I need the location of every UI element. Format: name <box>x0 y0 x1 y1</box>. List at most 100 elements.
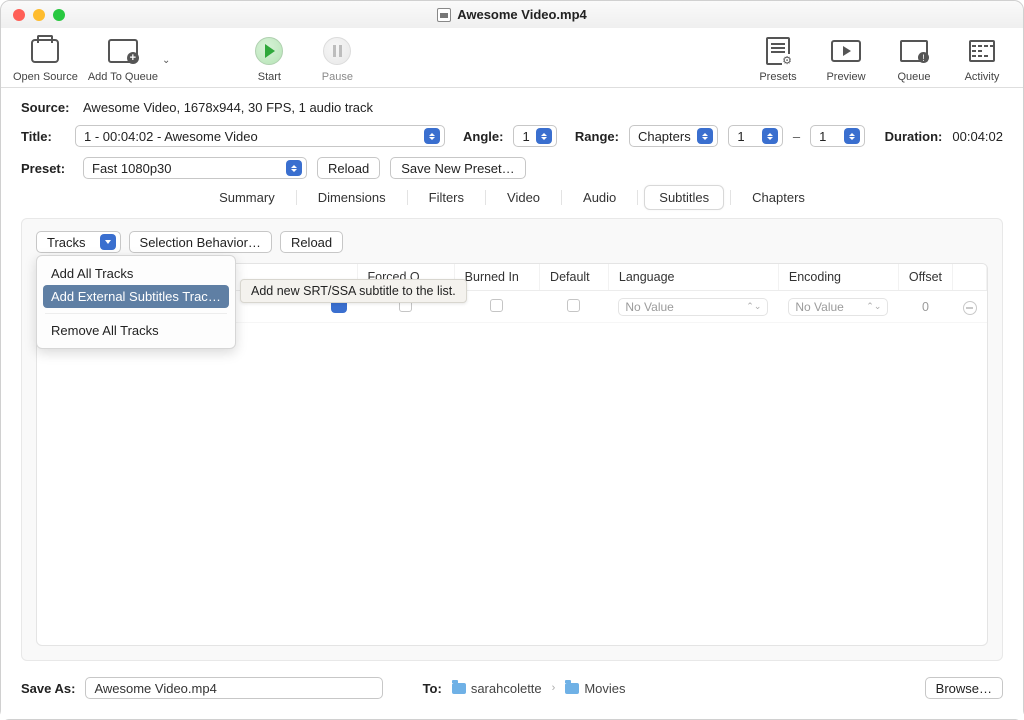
menu-tooltip: Add new SRT/SSA subtitle to the list. <box>240 279 467 303</box>
minimize-window-button[interactable] <box>33 9 45 21</box>
app-window: Awesome Video.mp4 Open Source Add To Que… <box>0 0 1024 720</box>
folder-icon <box>452 683 466 694</box>
add-to-queue-label: Add To Queue <box>88 71 158 83</box>
angle-label: Angle: <box>463 129 503 144</box>
preset-label: Preset: <box>21 161 73 176</box>
play-icon <box>255 37 283 65</box>
queue-label: Queue <box>897 71 930 83</box>
tab-dimensions[interactable]: Dimensions <box>303 185 401 210</box>
pause-label: Pause <box>322 71 353 83</box>
preset-reload-button[interactable]: Reload <box>317 157 380 179</box>
chevron-right-icon: › <box>552 682 556 694</box>
chevron-updown-icon: ⌃⌄ <box>866 301 881 312</box>
queue-button[interactable]: Queue <box>885 35 943 83</box>
tracks-label: Tracks <box>47 235 86 250</box>
range-from-select[interactable]: 1 <box>728 125 782 147</box>
close-window-button[interactable] <box>13 9 25 21</box>
presets-button[interactable]: Presets <box>749 35 807 83</box>
menu-add-external-subtitles[interactable]: Add External Subtitles Track… <box>43 285 229 308</box>
range-dash: – <box>793 129 800 144</box>
chevron-updown-icon <box>286 160 302 176</box>
source-label: Source: <box>21 100 73 115</box>
preset-value: Fast 1080p30 <box>92 161 172 176</box>
offset-value[interactable]: 0 <box>898 291 952 323</box>
preview-icon <box>831 40 861 62</box>
tab-summary[interactable]: Summary <box>204 185 290 210</box>
toolbar: Open Source Add To Queue ⌄ Start Pause P… <box>1 29 1023 88</box>
title-label: Title: <box>21 129 65 144</box>
menu-add-all-tracks[interactable]: Add All Tracks <box>43 262 229 285</box>
title-value: 1 - 00:04:02 - Awesome Video <box>84 129 258 144</box>
duration-label: Duration: <box>885 129 943 144</box>
range-mode-select[interactable]: Chapters <box>629 125 718 147</box>
tab-subtitles[interactable]: Subtitles <box>644 185 724 210</box>
tab-audio[interactable]: Audio <box>568 185 631 210</box>
col-offset: Offset <box>898 264 952 291</box>
tab-video[interactable]: Video <box>492 185 555 210</box>
document-icon <box>437 8 451 22</box>
tracks-dropdown-button[interactable]: Tracks <box>36 231 121 253</box>
range-to-value: 1 <box>819 129 826 144</box>
add-to-queue-dropdown[interactable]: ⌄ <box>162 55 170 66</box>
language-select[interactable]: No Value ⌃⌄ <box>618 298 768 316</box>
add-to-queue-button[interactable]: Add To Queue <box>88 35 158 83</box>
range-to-select[interactable]: 1 <box>810 125 864 147</box>
titlebar: Awesome Video.mp4 <box>1 1 1023 29</box>
preset-select[interactable]: Fast 1080p30 <box>83 157 307 179</box>
col-language: Language <box>608 264 778 291</box>
open-source-label: Open Source <box>13 71 78 83</box>
browse-button[interactable]: Browse… <box>925 677 1003 699</box>
col-encoding: Encoding <box>778 264 898 291</box>
add-queue-icon <box>108 39 138 63</box>
start-button[interactable]: Start <box>240 35 298 83</box>
menu-separator <box>45 313 227 314</box>
path-user[interactable]: sarahcolette <box>452 681 542 696</box>
traffic-lights <box>13 9 65 21</box>
presets-icon <box>766 37 790 65</box>
selection-behavior-button[interactable]: Selection Behavior… <box>129 231 272 253</box>
tracks-menu: Add All Tracks Add External Subtitles Tr… <box>36 255 236 349</box>
chevron-down-icon <box>100 234 116 250</box>
tab-bar: Summary Dimensions Filters Video Audio S… <box>1 185 1023 218</box>
window-title-text: Awesome Video.mp4 <box>457 7 587 22</box>
save-new-preset-button[interactable]: Save New Preset… <box>390 157 525 179</box>
tab-filters[interactable]: Filters <box>414 185 479 210</box>
subtitles-reload-button[interactable]: Reload <box>280 231 343 253</box>
menu-remove-all-tracks[interactable]: Remove All Tracks <box>43 319 229 342</box>
save-as-value: Awesome Video.mp4 <box>94 681 216 696</box>
zoom-window-button[interactable] <box>53 9 65 21</box>
pause-button: Pause <box>308 35 366 83</box>
open-source-button[interactable]: Open Source <box>13 35 78 83</box>
path-folder[interactable]: Movies <box>565 681 625 696</box>
remove-row-button[interactable] <box>963 301 977 315</box>
preview-label: Preview <box>826 71 865 83</box>
chevron-updown-icon <box>536 128 552 144</box>
encoding-select[interactable]: No Value ⌃⌄ <box>788 298 888 316</box>
activity-button[interactable]: Activity <box>953 35 1011 83</box>
subtitles-panel: Tracks Selection Behavior… Reload Add Al… <box>21 218 1003 661</box>
save-as-label: Save As: <box>21 681 75 696</box>
title-select[interactable]: 1 - 00:04:02 - Awesome Video <box>75 125 445 147</box>
tab-chapters[interactable]: Chapters <box>737 185 820 210</box>
activity-label: Activity <box>965 71 1000 83</box>
angle-value: 1 <box>522 129 529 144</box>
preview-button[interactable]: Preview <box>817 35 875 83</box>
clapperboard-icon <box>31 39 59 63</box>
footer: Save As: Awesome Video.mp4 To: sarahcole… <box>1 661 1023 719</box>
folder-icon <box>565 683 579 694</box>
chevron-updown-icon <box>697 128 713 144</box>
chevron-updown-icon <box>844 128 860 144</box>
presets-label: Presets <box>759 71 796 83</box>
burned-checkbox[interactable] <box>490 299 503 312</box>
chevron-updown-icon <box>424 128 440 144</box>
default-checkbox[interactable] <box>567 299 580 312</box>
chevron-updown-icon <box>762 128 778 144</box>
duration-value: 00:04:02 <box>952 129 1003 144</box>
source-value: Awesome Video, 1678x944, 30 FPS, 1 audio… <box>83 100 373 115</box>
angle-select[interactable]: 1 <box>513 125 556 147</box>
window-title: Awesome Video.mp4 <box>1 7 1023 22</box>
start-label: Start <box>258 71 281 83</box>
source-settings: Source: Awesome Video, 1678x944, 30 FPS,… <box>1 88 1023 185</box>
activity-icon <box>969 40 995 62</box>
save-as-input[interactable]: Awesome Video.mp4 <box>85 677 382 699</box>
